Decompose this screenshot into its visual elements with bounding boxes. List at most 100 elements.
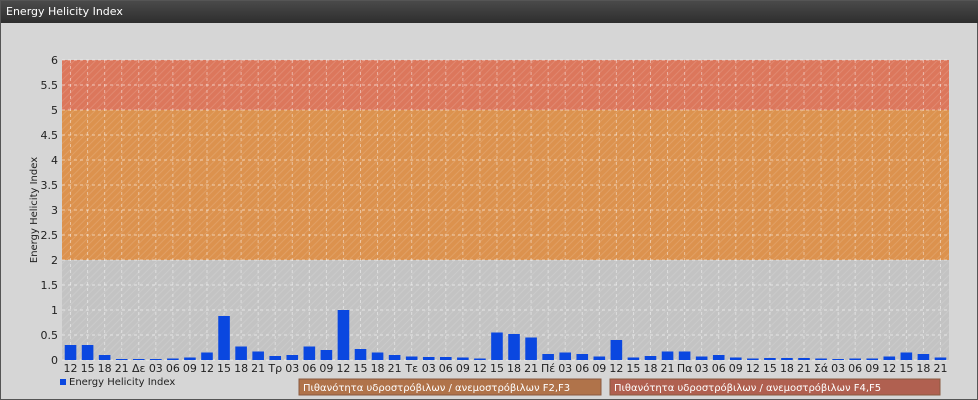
x-tick-label: 12 (473, 362, 487, 375)
x-tick-label: 21 (797, 362, 811, 375)
bar (371, 352, 384, 360)
bar (832, 359, 844, 360)
x-tick-label: 03 (558, 362, 572, 375)
y-tick-label: 3 (51, 204, 58, 217)
x-tick-label: 21 (661, 362, 675, 375)
bar (286, 355, 299, 360)
y-tick-label: 5 (51, 104, 58, 117)
x-tick-label: 06 (302, 362, 316, 375)
bar (934, 357, 947, 360)
x-axis-ticks: 12 15 18 21 Δε 03 06 09 12 15 18 21 Τρ 03 06 09 12 15 18 21… (64, 362, 948, 375)
x-tick-label: 18 (507, 362, 521, 375)
x-tick-label: 09 (319, 362, 333, 375)
x-tick-label: 18 (916, 362, 930, 375)
bar (729, 357, 742, 360)
x-tick-label: 15 (81, 362, 95, 375)
x-tick-label: 06 (166, 362, 180, 375)
bar (354, 349, 367, 360)
legend-series-label: Energy Helicity Index (69, 377, 175, 388)
bar (610, 340, 623, 360)
bar (201, 352, 213, 360)
bar (64, 345, 77, 360)
bar (542, 354, 554, 360)
bar (132, 359, 145, 360)
bar (98, 355, 111, 360)
bar (508, 334, 520, 360)
ehi-chart: 00.511.522.533.544.555.56 12 15 18 21 Δε 03 06… (29, 54, 949, 396)
x-tick-label: 09 (865, 362, 879, 375)
x-tick-label: 15 (763, 362, 777, 375)
bar (218, 316, 230, 360)
x-tick-label: 12 (200, 362, 214, 375)
bar (695, 356, 708, 360)
bar (235, 346, 247, 360)
bar (252, 351, 264, 360)
bar (150, 359, 162, 360)
bar (491, 332, 503, 360)
x-tick-label: 12 (746, 362, 760, 375)
bar (849, 358, 861, 360)
x-tick-label: 18 (98, 362, 112, 375)
x-tick-label: 18 (234, 362, 248, 375)
bar (747, 358, 759, 360)
x-tick-label: 12 (64, 362, 78, 375)
x-tick-label: Σά (814, 362, 828, 375)
legend: Energy Helicity Index Πιθανότητα υδροστρό… (60, 377, 941, 396)
x-tick-label: 18 (643, 362, 657, 375)
x-tick-label: Δε (132, 362, 146, 375)
bar (661, 351, 674, 360)
bar (422, 357, 435, 360)
bar (115, 359, 128, 360)
x-tick-label: Πα (677, 362, 693, 375)
bar (678, 351, 691, 360)
bar (883, 356, 896, 360)
x-tick-label: 12 (336, 362, 350, 375)
x-tick-label: 21 (933, 362, 947, 375)
x-tick-label: 15 (354, 362, 368, 375)
x-tick-label: 06 (575, 362, 589, 375)
y-tick-label: 2 (51, 254, 58, 267)
bar (474, 358, 486, 360)
x-tick-label: 03 (285, 362, 299, 375)
bar (405, 356, 418, 360)
legend-band-label-0: Πιθανότητα υδροστρόβιλων / ανεμοστρόβιλω… (303, 382, 570, 394)
y-axis-ticks: 0 0.5 1 1.5 2 2.5 3 3.5 4 4.5 5 5.5 6 (41, 54, 59, 367)
x-tick-label: 15 (217, 362, 231, 375)
x-tick-label: 21 (388, 362, 402, 375)
y-tick-label: 0 (51, 354, 58, 367)
x-tick-label: 03 (149, 362, 163, 375)
x-tick-label: 09 (592, 362, 606, 375)
bar (269, 356, 282, 360)
y-tick-label: 4.5 (41, 129, 59, 142)
bar (644, 356, 657, 360)
bar (388, 355, 401, 360)
x-tick-label: 06 (712, 362, 726, 375)
x-tick-label: 21 (251, 362, 265, 375)
bar (439, 357, 452, 360)
x-tick-label: 03 (695, 362, 709, 375)
bar (457, 357, 469, 360)
x-tick-label: 06 (848, 362, 862, 375)
y-tick-label: 3.5 (41, 179, 59, 192)
y-tick-label: 1 (51, 304, 58, 317)
x-tick-label: 15 (626, 362, 640, 375)
x-tick-label: Τε (404, 362, 418, 375)
bar (303, 346, 316, 360)
x-tick-label: Τρ (267, 362, 282, 375)
bar (900, 352, 913, 360)
y-tick-label: 2.5 (41, 229, 59, 242)
x-tick-label: 09 (729, 362, 743, 375)
x-tick-label: 18 (371, 362, 385, 375)
x-tick-label: 15 (899, 362, 913, 375)
x-tick-label: 06 (439, 362, 453, 375)
x-tick-label: 09 (183, 362, 197, 375)
bar (917, 354, 930, 360)
bar (167, 358, 179, 360)
bar (320, 350, 333, 360)
y-axis-label: Energy Helicity Index (29, 157, 40, 263)
bar (815, 358, 827, 360)
x-tick-label: 21 (115, 362, 129, 375)
bar (81, 345, 94, 360)
y-tick-label: 5.5 (41, 79, 59, 92)
x-tick-label: 09 (456, 362, 470, 375)
